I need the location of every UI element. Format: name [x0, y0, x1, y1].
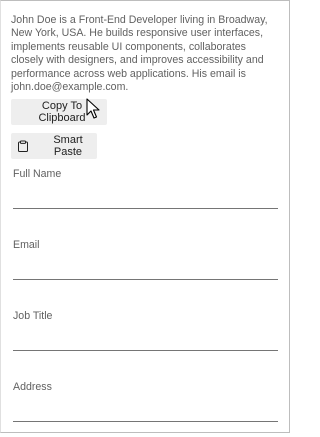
address-input[interactable] — [13, 396, 278, 422]
copy-button-label: Copy To Clipboard — [38, 100, 86, 124]
smart-paste-button[interactable]: Smart Paste — [11, 133, 97, 159]
email-input[interactable] — [13, 254, 278, 280]
clipboard-icon — [17, 140, 29, 152]
job-title-field: Job Title — [13, 310, 278, 366]
address-field: Address — [13, 381, 278, 437]
job-title-input[interactable] — [13, 325, 278, 351]
full-name-input[interactable] — [13, 183, 278, 209]
full-name-label: Full Name — [13, 168, 62, 180]
copy-to-clipboard-button[interactable]: Copy To Clipboard — [11, 99, 107, 125]
full-name-field: Full Name — [13, 168, 278, 224]
bio-text: John Doe is a Front-End Developer living… — [11, 14, 268, 94]
address-label: Address — [13, 381, 52, 393]
email-field: Email — [13, 239, 278, 295]
job-title-label: Job Title — [13, 310, 53, 322]
email-label: Email — [13, 239, 40, 251]
smart-paste-label: Smart Paste — [53, 134, 83, 158]
